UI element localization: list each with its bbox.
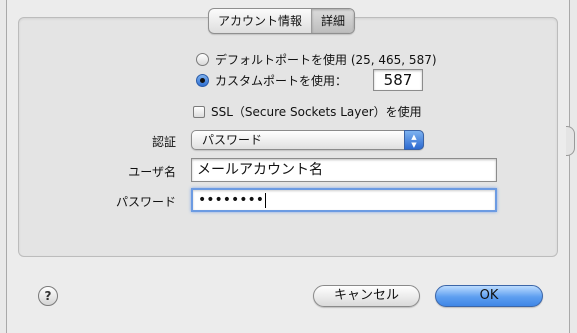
tab-advanced[interactable]: 詳細 bbox=[312, 9, 355, 33]
username-label: ユーザ名 bbox=[128, 165, 176, 179]
cancel-button[interactable]: キャンセル bbox=[313, 285, 420, 307]
ssl-option[interactable]: SSL（Secure Sockets Layer）を使用 bbox=[193, 103, 422, 120]
password-value: •••••••• bbox=[198, 192, 265, 208]
ok-button[interactable]: OK bbox=[435, 285, 543, 307]
password-field[interactable]: •••••••• bbox=[191, 188, 497, 212]
ssl-checkbox[interactable] bbox=[193, 105, 205, 118]
help-button[interactable]: ? bbox=[38, 286, 58, 306]
default-port-radio[interactable] bbox=[196, 53, 209, 66]
text-caret bbox=[265, 192, 267, 208]
auth-popup-value: パスワード bbox=[202, 133, 263, 147]
default-port-option[interactable]: デフォルトポートを使用 (25, 465, 587) bbox=[196, 51, 437, 68]
ssl-label: SSL（Secure Sockets Layer）を使用 bbox=[211, 105, 422, 119]
password-label: パスワード bbox=[115, 195, 176, 209]
window-edge-handle bbox=[566, 126, 575, 156]
auth-label: 認証 bbox=[151, 135, 176, 149]
custom-port-option[interactable]: カスタムポートを使用： bbox=[196, 72, 347, 89]
username-value: メールアカウント名 bbox=[197, 162, 323, 178]
popup-arrows-icon: ▲ ▼ bbox=[404, 130, 424, 150]
username-field[interactable]: メールアカウント名 bbox=[191, 158, 497, 182]
custom-port-input[interactable]: 587 bbox=[373, 69, 423, 91]
default-port-label: デフォルトポートを使用 (25, 465, 587) bbox=[215, 53, 437, 67]
custom-port-label: カスタムポートを使用： bbox=[215, 74, 348, 88]
auth-popup[interactable]: パスワード ▲ ▼ bbox=[191, 130, 424, 150]
custom-port-radio[interactable] bbox=[196, 74, 209, 87]
tab-account-info[interactable]: アカウント情報 bbox=[209, 9, 313, 33]
tab-bar: アカウント情報 詳細 bbox=[208, 8, 356, 34]
